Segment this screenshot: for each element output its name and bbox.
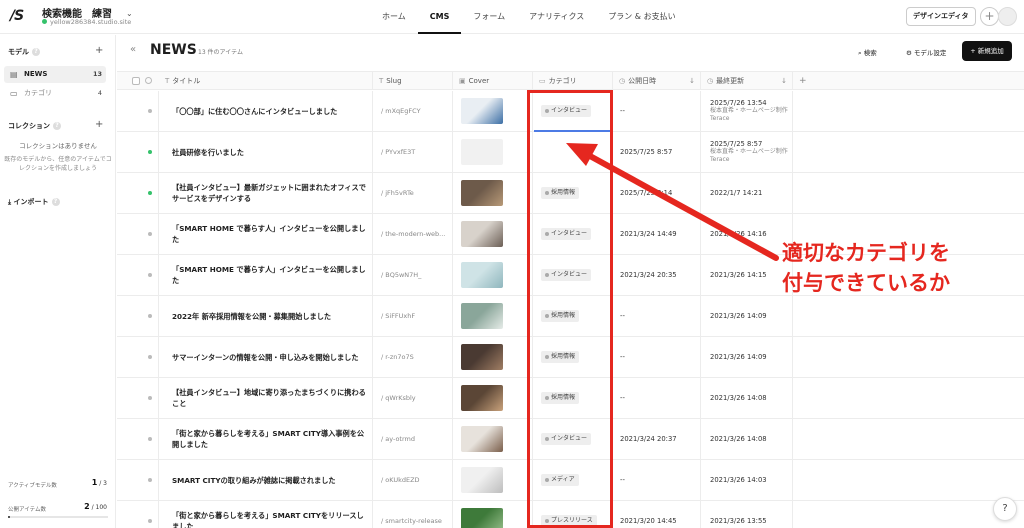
annotation-line-2: 付与できているか	[782, 271, 950, 295]
annotation-line-1: 適切なカテゴリを	[782, 241, 950, 265]
annotation-text: 適切なカテゴリを 付与できているか	[782, 238, 1012, 298]
help-button[interactable]: ?	[993, 497, 1017, 521]
